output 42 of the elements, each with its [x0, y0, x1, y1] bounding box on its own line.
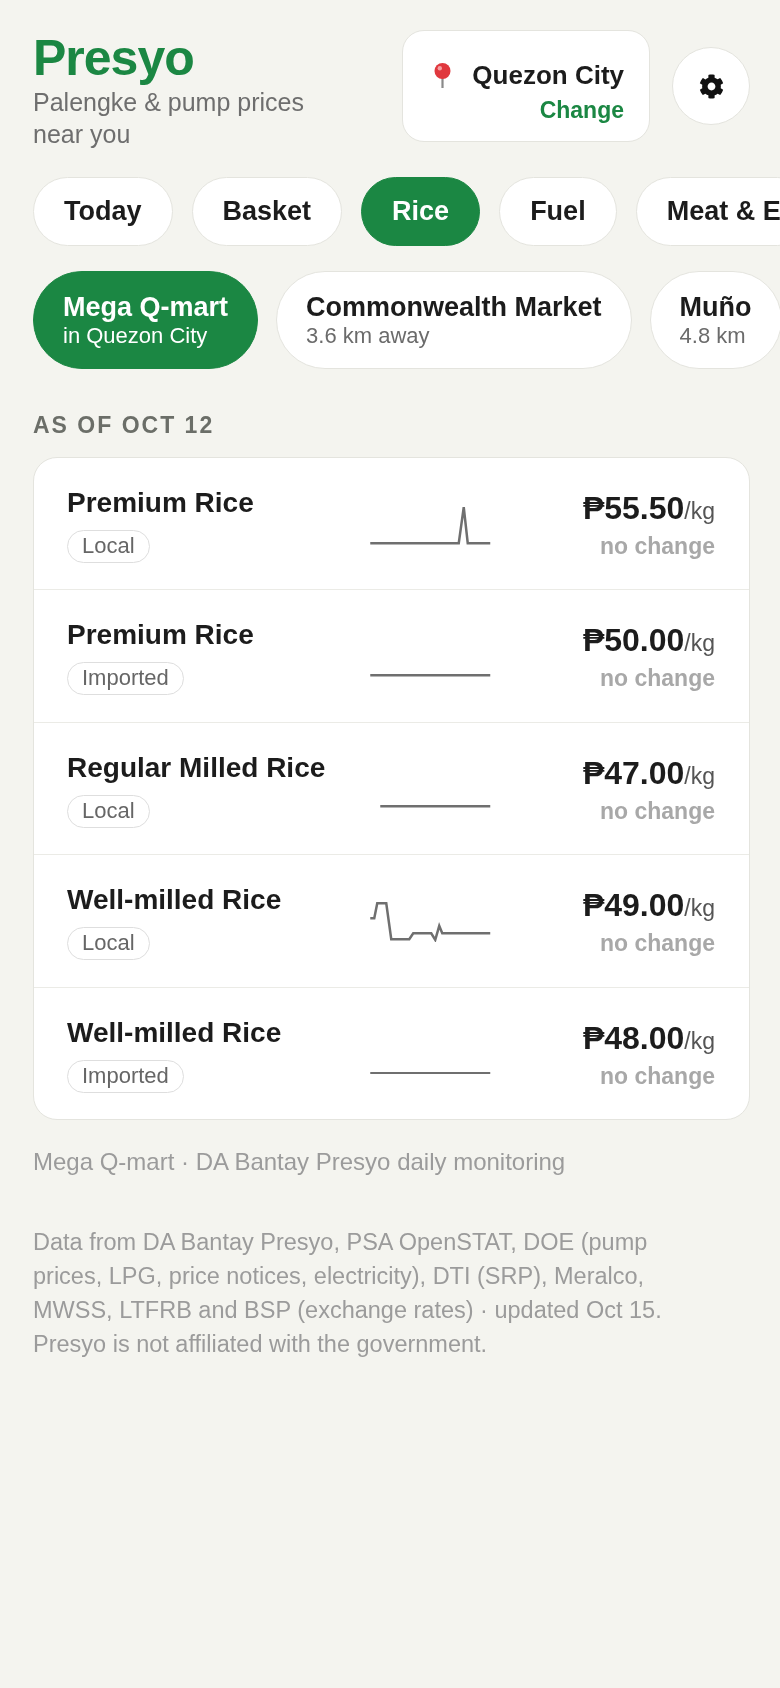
- item-name: Premium Rice: [67, 486, 254, 520]
- item-name: Well-milled Rice: [67, 883, 282, 917]
- settings-icon: [698, 73, 724, 99]
- category-tab[interactable]: Rice: [361, 177, 481, 246]
- unit-text: /kg: [684, 895, 715, 923]
- pin-icon: [433, 63, 453, 88]
- origin-tag: Local: [67, 794, 150, 828]
- unit-text: /kg: [684, 498, 715, 526]
- store-chip[interactable]: Muño 4.8 km: [649, 271, 780, 369]
- price-text: ₱49.00: [582, 886, 685, 925]
- app-logo: Presyo: [33, 30, 195, 86]
- source-note: Mega Q-mart · DA Bantay Presyo daily monitoring: [33, 1147, 567, 1177]
- tagline: Palengke & pump prices near you: [33, 87, 305, 150]
- change-text: no change: [600, 664, 715, 693]
- category-tab[interactable]: Meat & E: [635, 177, 780, 246]
- item-name: Regular Milled Rice: [67, 750, 326, 785]
- date-heading: AS OF OCT 12: [33, 411, 216, 439]
- price-text: ₱50.00: [582, 621, 685, 660]
- change-text: no change: [600, 1061, 715, 1091]
- origin-tag: Imported: [67, 662, 184, 695]
- disclaimer-text: Data from DA Bantay Presyo, PSA OpenSTAT, DOE (pump prices, LPG, price notices, electricity), DTI (SRP), Meralco, MWSS, LTFRB and BSP (exchange rates) · updated Oct 15. Presyo is not affiliated with the government.: [33, 1228, 663, 1359]
- price-text: ₱48.00: [582, 1018, 685, 1058]
- unit-text: /kg: [684, 761, 715, 791]
- city-name: Quezon City: [472, 59, 624, 91]
- store-chip[interactable]: Commonwealth Market 3.6 km away: [276, 271, 632, 369]
- unit-text: /kg: [684, 630, 715, 658]
- origin-tag: Imported: [67, 1059, 184, 1093]
- price-text: ₱55.50: [582, 489, 685, 528]
- unit-text: /kg: [684, 1026, 715, 1056]
- origin-tag: Local: [67, 530, 150, 563]
- store-chip[interactable]: Mega Q-mart in Quezon City: [33, 271, 259, 369]
- change-link[interactable]: Change: [539, 95, 624, 125]
- category-tab[interactable]: Basket: [191, 177, 343, 246]
- item-name: Well-milled Rice: [67, 1015, 282, 1050]
- change-text: no change: [600, 796, 715, 826]
- origin-tag: Local: [67, 927, 150, 960]
- item-name: Premium Rice: [67, 618, 254, 652]
- price-text: ₱47.00: [582, 753, 685, 793]
- category-tab[interactable]: Today: [33, 177, 173, 246]
- category-tab[interactable]: Fuel: [499, 177, 617, 246]
- change-text: no change: [600, 532, 715, 561]
- change-text: no change: [600, 929, 715, 958]
